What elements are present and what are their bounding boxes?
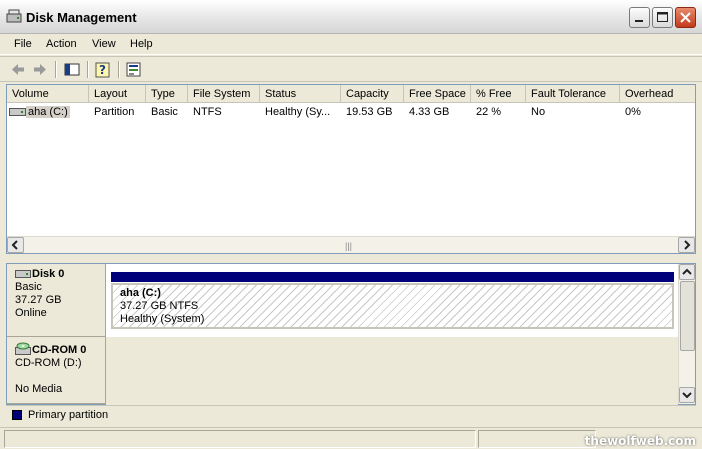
vertical-scrollbar[interactable] — [678, 264, 695, 404]
volume-fault-tolerance: No — [531, 106, 546, 118]
volume-capacity: 19.53 GB — [346, 106, 393, 118]
volume-name[interactable]: aha (C:) — [26, 106, 70, 118]
scroll-thumb[interactable] — [680, 281, 695, 351]
volume-file-system: NTFS — [193, 106, 222, 118]
arrow-left-icon — [11, 240, 18, 250]
table-row[interactable]: aha (C:) Partition Basic NTFS Healthy (S… — [7, 104, 695, 120]
column-header-free-space[interactable]: Free Space — [404, 85, 471, 103]
volume-overhead: 0% — [625, 106, 641, 118]
partition-label: aha (C:) — [120, 287, 161, 299]
volume-layout: Partition — [94, 106, 135, 118]
disk-0-size: 37.27 GB — [15, 294, 62, 306]
maximize-button[interactable] — [652, 7, 673, 28]
menu-view[interactable]: View — [92, 38, 116, 50]
disk-management-icon — [6, 9, 22, 23]
cdrom-icon — [15, 342, 31, 355]
partition-detail: 37.27 GB NTFS — [120, 300, 199, 312]
cdrom-0-name: CD-ROM 0 — [32, 344, 87, 356]
volume-free-space: 4.33 GB — [409, 106, 450, 118]
cdrom-0-label[interactable]: CD-ROM 0 CD-ROM (D:) No Media — [7, 337, 106, 404]
partition-status: Healthy (System) — [120, 313, 205, 325]
close-icon — [680, 12, 691, 23]
column-header-capacity[interactable]: Capacity — [341, 85, 404, 103]
column-header-layout[interactable]: Layout — [89, 85, 146, 103]
status-pane — [4, 430, 476, 448]
disk-0-state: Online — [15, 307, 47, 319]
status-pane — [478, 430, 596, 448]
toolbar-separator — [55, 61, 57, 78]
toolbar-separator — [87, 61, 89, 78]
legend-label: Primary partition — [28, 409, 109, 421]
volume-list: Volume Layout Type File System Status Ca… — [6, 84, 696, 254]
partition-c[interactable]: aha (C:) 37.27 GB NTFS Healthy (System) — [111, 283, 674, 329]
show-hide-console-tree-icon[interactable] — [62, 60, 82, 79]
menu-file[interactable]: File — [14, 38, 32, 50]
column-header-fault-tolerance[interactable]: Fault Tolerance — [526, 85, 620, 103]
volume-status: Healthy (Sy... — [265, 106, 331, 118]
title-bar: Disk Management — [0, 0, 702, 34]
column-header-type[interactable]: Type — [146, 85, 188, 103]
menu-help[interactable]: Help — [130, 38, 153, 50]
disk-0-name: Disk 0 — [32, 268, 65, 280]
column-header-pct-free[interactable]: % Free — [471, 85, 526, 103]
scroll-up-button[interactable] — [679, 264, 695, 280]
primary-partition-bar — [111, 272, 674, 282]
volume-pct-free: 22 % — [476, 106, 502, 118]
horizontal-scrollbar[interactable]: ||| — [7, 236, 695, 253]
toolbar-separator — [118, 61, 120, 78]
legend: Primary partition — [6, 405, 696, 423]
column-header-file-system[interactable]: File System — [188, 85, 260, 103]
cdrom-0-spacer — [15, 370, 105, 383]
back-arrow-icon[interactable] — [8, 60, 28, 79]
column-header-status[interactable]: Status — [260, 85, 341, 103]
arrow-down-icon — [682, 392, 692, 399]
hard-disk-icon — [15, 270, 31, 278]
arrow-right-icon — [684, 240, 691, 250]
window-title: Disk Management — [26, 10, 137, 25]
forward-arrow-icon[interactable] — [30, 60, 50, 79]
cdrom-0-state: No Media — [15, 383, 63, 395]
volume-type: Basic — [151, 106, 178, 118]
close-button[interactable] — [675, 7, 696, 28]
help-icon[interactable]: ? — [93, 60, 113, 79]
maximize-icon — [657, 12, 668, 22]
scroll-grip-icon[interactable]: ||| — [345, 241, 352, 251]
arrow-up-icon — [682, 268, 692, 275]
properties-icon[interactable] — [124, 60, 144, 79]
column-header-overhead[interactable]: Overhead — [620, 85, 695, 103]
status-bar: thewolfweb.com — [0, 427, 702, 449]
scroll-down-button[interactable] — [679, 387, 695, 403]
scroll-left-button[interactable] — [7, 237, 24, 253]
disk-0-type: Basic — [15, 281, 42, 293]
list-header: Volume Layout Type File System Status Ca… — [7, 85, 695, 103]
menu-bar: File Action View Help — [0, 34, 702, 55]
menu-action[interactable]: Action — [46, 38, 77, 50]
toolbar: ? — [0, 56, 702, 82]
disk-0-label[interactable]: Disk 0 Basic 37.27 GB Online — [7, 264, 106, 337]
primary-partition-swatch — [12, 410, 22, 420]
minimize-button[interactable] — [629, 7, 650, 28]
cdrom-0-empty-area — [106, 337, 678, 405]
column-header-volume[interactable]: Volume — [7, 85, 89, 103]
scroll-right-button[interactable] — [678, 237, 695, 253]
cdrom-0-type: CD-ROM (D:) — [15, 357, 82, 369]
minimize-icon — [635, 20, 643, 22]
disk-graphical-view: Disk 0 Basic 37.27 GB Online aha (C:) 37… — [6, 263, 696, 405]
svg-text:?: ? — [99, 63, 106, 77]
volume-drive-icon — [9, 108, 26, 116]
watermark: thewolfweb.com — [584, 434, 696, 448]
